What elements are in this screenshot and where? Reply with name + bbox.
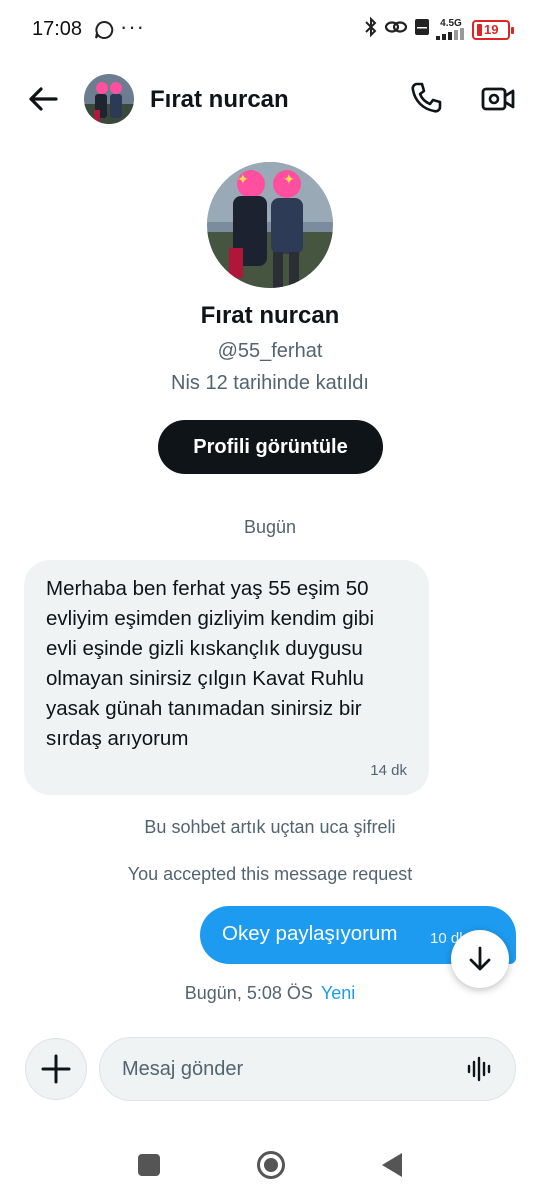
status-more-dots: ··· [120,14,145,39]
status-indicators: 4.5G 19 [364,16,514,43]
profile-name: Fırat nurcan [200,302,340,329]
battery-fill [477,23,482,36]
system-back-button[interactable] [380,1151,404,1179]
add-attachment-button[interactable] [25,1038,87,1100]
seen-time: Bugün, 5:08 ÖS [184,983,313,1003]
incoming-message-bubble[interactable]: Merhaba ben ferhat yaş 55 eşim 50 evliyi… [24,560,429,795]
message-composer [99,1037,516,1101]
encryption-notice: Bu sohbet artık uçtan uca şifreli [144,817,396,837]
profile-joined-date: Nis 12 tarihinde katıldı [171,372,369,394]
back-arrow-icon [29,87,58,111]
voice-message-button[interactable] [467,1056,493,1082]
profile-handle: @55_ferhat [217,340,323,362]
voice-call-button[interactable] [408,80,444,116]
home-button[interactable] [256,1150,286,1180]
triangle-back-icon [382,1153,402,1177]
bluetooth-icon [364,16,378,43]
voice-waveform-icon [467,1056,491,1082]
date-separator: Bugün [243,517,297,537]
new-label: Yeni [320,983,356,1003]
back-button[interactable] [26,82,60,116]
battery-level: 19 [484,22,499,37]
conversation-header: Fırat nurcan [0,66,540,132]
seen-status: Bugün, 5:08 ÖS Yeni [0,983,540,1004]
home-circle-icon [257,1151,285,1179]
profile-avatar[interactable]: ✦ ✦ [207,162,333,288]
status-bar: 17:08 ··· 4.5G 19 [0,0,540,60]
video-camera-icon [481,87,515,111]
message-request-notice: You accepted this message request [127,864,413,884]
header-avatar[interactable] [84,74,134,124]
svg-text:✦: ✦ [283,172,295,188]
svg-text:✦: ✦ [237,172,249,188]
header-title[interactable]: Fırat nurcan [150,86,289,114]
video-call-button[interactable] [480,82,516,116]
incoming-message-text: Merhaba ben ferhat yaş 55 eşim 50 evliyi… [46,577,375,750]
scroll-to-bottom-button[interactable] [451,930,509,988]
outgoing-message-text: Okey paylaşıyorum [222,922,398,945]
incoming-message-time: 14 dk [370,762,407,779]
link-icon [384,17,408,42]
phone-icon [411,82,442,113]
battery-indicator: 19 [472,19,514,40]
chat-bubble-icon [94,20,114,45]
recent-apps-button[interactable] [138,1154,160,1176]
status-time: 17:08 [32,18,83,40]
message-input[interactable] [122,1038,442,1100]
volte-icon [414,17,430,42]
arrow-down-icon [469,946,491,971]
view-profile-button[interactable]: Profili görüntüle [158,420,383,474]
signal-icon: 4.5G [436,19,466,40]
plus-icon [41,1054,71,1084]
